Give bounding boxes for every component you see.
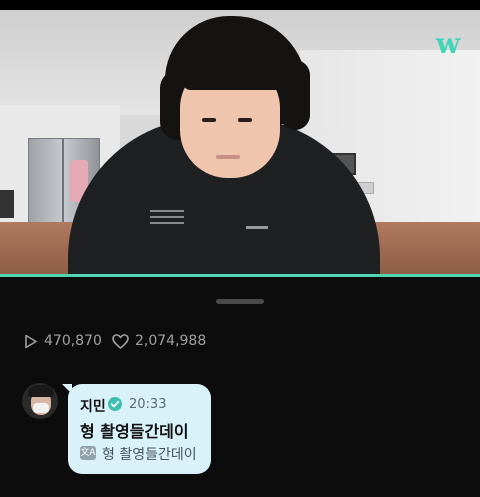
likes-count: 2,074,988 [135,333,207,349]
comment-time: 20:33 [129,397,167,412]
video-fridge-door [62,138,64,228]
person-eye-right [238,118,252,122]
comment-avatar[interactable] [22,383,58,419]
person-mouth [216,155,240,159]
video-progress-line [0,274,480,277]
person-hair-fringe [182,50,292,90]
top-bar [0,0,480,10]
shirt-print-right [246,226,268,229]
play-icon [25,334,37,348]
views-stat: 470,870 [22,331,102,351]
translate-icon[interactable]: 文A [80,446,96,460]
verified-badge-icon [108,397,122,411]
comment-message: 형 촬영들간데이 [80,422,189,441]
comment-translation: 형 촬영들간데이 [102,447,197,463]
views-count: 470,870 [44,333,102,349]
video-cabinet [0,190,14,218]
comment-author[interactable]: 지민 [80,396,106,416]
likes-stat: 2,074,988 [111,331,206,351]
shirt-print-left [150,210,184,236]
drag-handle[interactable] [216,299,264,304]
person-eye-left [202,118,216,122]
weverse-logo: w [435,27,461,60]
heart-icon [112,333,129,349]
live-video[interactable]: w [0,10,480,276]
